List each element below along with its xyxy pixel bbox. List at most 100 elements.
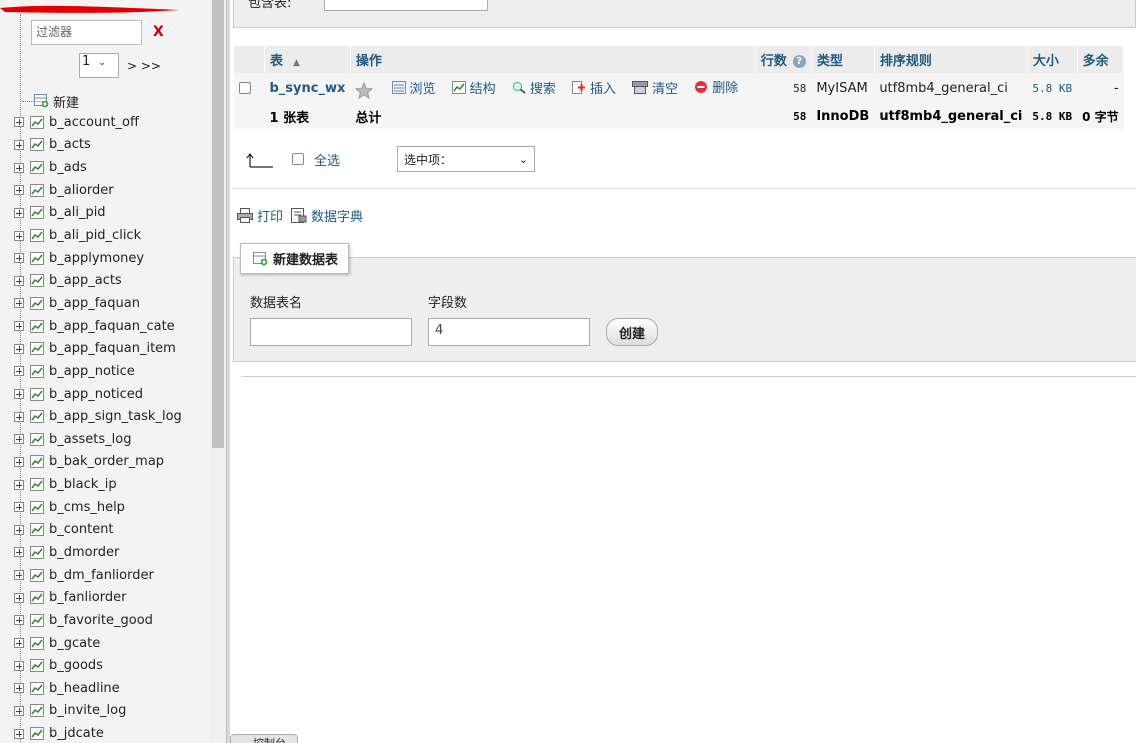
tree-item-table[interactable]: b_app_faquan_cate [14, 315, 182, 338]
tree-item-label[interactable]: b_fanliorder [49, 590, 126, 605]
table-icon[interactable] [30, 568, 45, 582]
expand-icon[interactable] [14, 728, 24, 739]
structure-button[interactable]: 结构 [451, 78, 496, 97]
data-dictionary-link[interactable]: 数据字典 [291, 206, 363, 225]
expand-icon[interactable] [14, 660, 24, 671]
tree-item-table[interactable]: b_aliorder [14, 179, 182, 202]
console-tab[interactable]: 控制台 [230, 734, 298, 743]
expand-icon[interactable] [14, 207, 24, 218]
table-icon[interactable] [30, 591, 45, 605]
expand-icon[interactable] [14, 321, 24, 332]
expand-icon[interactable] [14, 253, 24, 264]
tree-item-label[interactable]: b_app_faquan_cate [49, 319, 175, 334]
tree-item-label[interactable]: b_dmorder [49, 545, 119, 560]
tree-item-label[interactable]: b_favorite_good [49, 613, 153, 628]
tree-item-table[interactable]: b_app_sign_task_log [14, 405, 182, 428]
col-rows[interactable]: 行数? [755, 46, 812, 73]
table-icon[interactable] [30, 545, 45, 559]
tree-item-table[interactable]: b_fanliorder [14, 586, 182, 609]
tree-item-table[interactable]: b_headline [14, 677, 182, 700]
tree-item-label[interactable]: b_aliorder [49, 183, 114, 198]
empty-button[interactable]: 清空 [632, 78, 678, 97]
insert-button[interactable]: 插入 [571, 78, 616, 97]
expand-icon[interactable] [14, 230, 24, 241]
tree-item-label[interactable]: b_jdcate [49, 726, 104, 741]
expand-icon[interactable] [14, 592, 24, 603]
table-icon[interactable] [30, 636, 45, 650]
expand-icon[interactable] [14, 366, 24, 377]
tree-item-label[interactable]: b_ali_pid [49, 205, 106, 220]
tree-item-table[interactable]: b_ali_pid [14, 202, 182, 225]
table-name-link[interactable]: b_sync_wx [270, 81, 346, 96]
table-icon[interactable] [30, 206, 45, 220]
table-icon[interactable] [30, 251, 45, 265]
row-size[interactable]: 5.8 KB [1027, 73, 1078, 103]
tree-item-table[interactable]: b_app_faquan [14, 292, 182, 315]
tree-item-table[interactable]: b_app_acts [14, 269, 182, 292]
tree-item-label[interactable]: b_gcate [49, 636, 100, 651]
browse-button[interactable]: 浏览 [391, 78, 436, 97]
tree-item-label[interactable]: b_app_noticed [49, 387, 143, 402]
expand-icon[interactable] [14, 570, 24, 581]
table-icon[interactable] [30, 659, 45, 673]
col-type[interactable]: 类型 [811, 46, 875, 73]
page-select[interactable]: 1 ⌄ [79, 53, 119, 78]
table-name-input[interactable] [250, 318, 412, 346]
expand-icon[interactable] [14, 524, 24, 535]
table-icon[interactable] [30, 500, 45, 514]
table-icon[interactable] [30, 364, 45, 378]
tree-item-table[interactable]: b_goods [14, 654, 182, 677]
expand-icon[interactable] [14, 162, 24, 173]
row-checkbox[interactable] [239, 82, 251, 94]
expand-icon[interactable] [14, 139, 24, 150]
table-icon[interactable] [30, 455, 45, 469]
expand-icon[interactable] [14, 117, 24, 128]
tree-item-table[interactable]: b_content [14, 519, 182, 542]
tree-item-label[interactable]: b_app_faquan [49, 296, 140, 311]
tree-item-table[interactable]: b_acts [14, 134, 182, 157]
field-count-input[interactable]: 4 [428, 318, 590, 346]
help-icon[interactable]: ? [792, 55, 806, 68]
tree-item-table[interactable]: b_cms_help [14, 496, 182, 519]
expand-icon[interactable] [14, 456, 24, 467]
tree-item-label[interactable]: b_cms_help [49, 500, 125, 515]
table-icon[interactable] [30, 432, 45, 446]
expand-icon[interactable] [14, 502, 24, 513]
tree-item-label[interactable]: b_headline [49, 681, 120, 696]
page-next-link[interactable]: > >> [127, 59, 161, 73]
col-overhead[interactable]: 多余 [1077, 46, 1125, 73]
create-button[interactable]: 创建 [606, 318, 658, 346]
nav-scrollbar[interactable] [210, 0, 226, 743]
expand-icon[interactable] [14, 411, 24, 422]
tree-item-label[interactable]: b_invite_log [49, 703, 126, 718]
expand-icon[interactable] [14, 343, 24, 354]
expand-icon[interactable] [14, 434, 24, 445]
tree-item-label[interactable]: b_account_off [49, 115, 139, 130]
table-icon[interactable] [30, 410, 45, 424]
tree-item-label[interactable]: b_ali_pid_click [49, 228, 141, 243]
col-table[interactable]: 表 ▲ [264, 46, 351, 73]
check-all-label[interactable]: 全选 [314, 150, 340, 169]
tree-item-label[interactable]: b_goods [49, 658, 103, 673]
expand-icon[interactable] [14, 683, 24, 694]
table-icon[interactable] [30, 161, 45, 175]
table-icon[interactable] [30, 478, 45, 492]
star-icon[interactable] [355, 81, 374, 99]
tree-item-label[interactable]: b_assets_log [49, 432, 131, 447]
check-all-checkbox[interactable] [292, 153, 304, 165]
expand-icon[interactable] [14, 705, 24, 716]
tree-item-table[interactable]: b_favorite_good [14, 609, 182, 632]
table-icon[interactable] [30, 183, 45, 197]
tree-item-label[interactable]: b_app_acts [49, 273, 122, 288]
tree-item-label[interactable]: b_app_faquan_item [49, 341, 176, 356]
expand-icon[interactable] [14, 298, 24, 309]
tree-item-label[interactable]: b_acts [49, 137, 91, 152]
tree-item-table[interactable]: b_app_faquan_item [14, 337, 182, 360]
expand-icon[interactable] [14, 389, 24, 399]
expand-icon[interactable] [14, 275, 24, 286]
tree-item-table[interactable]: b_ads [14, 156, 182, 179]
table-icon[interactable] [30, 727, 45, 741]
table-filter-input[interactable]: 过滤器 [31, 20, 142, 45]
table-icon[interactable] [30, 342, 45, 356]
table-icon[interactable] [30, 229, 45, 243]
